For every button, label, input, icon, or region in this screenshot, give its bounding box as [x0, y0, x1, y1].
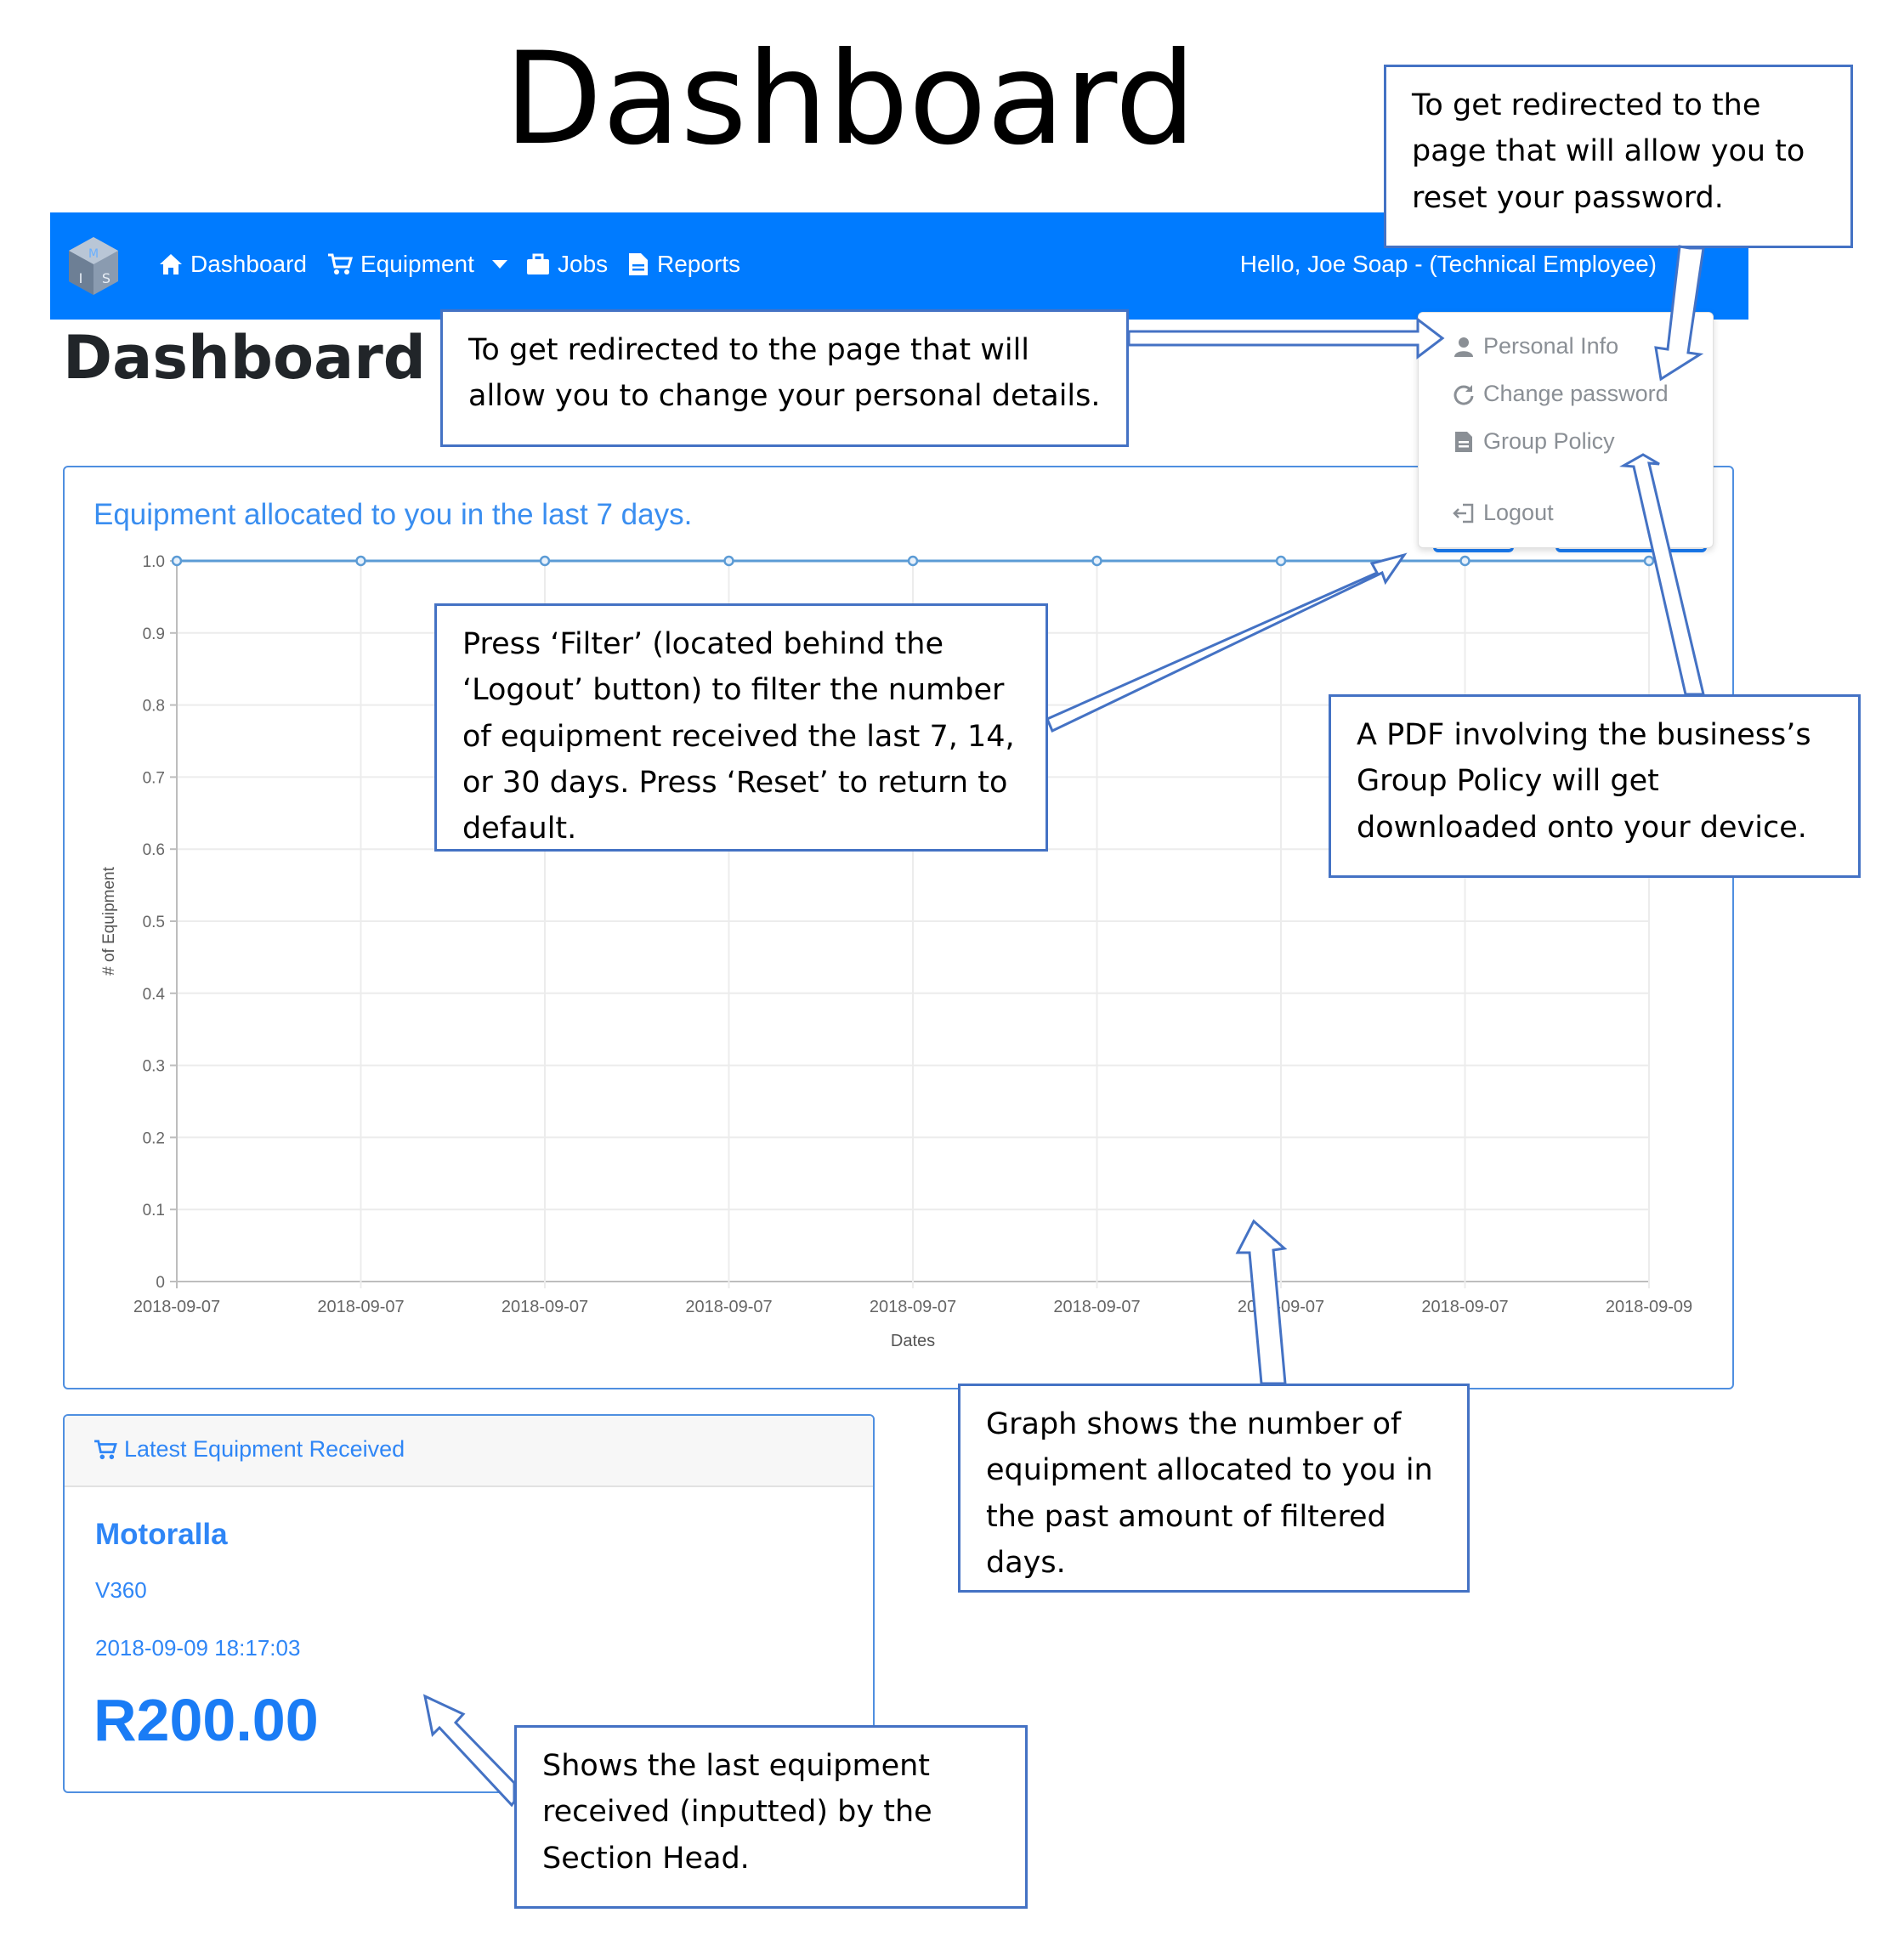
y-tick-label: 0.1	[143, 1202, 165, 1220]
callout-graph: Graph shows the number of equipment allo…	[958, 1384, 1470, 1593]
callout-group-policy: A PDF involving the business’s Group Pol…	[1329, 694, 1861, 878]
nav-equipment[interactable]: Equipment	[327, 251, 507, 278]
data-point	[1275, 555, 1287, 567]
nav-equipment-label: Equipment	[360, 251, 474, 277]
briefcase-icon	[527, 253, 549, 274]
data-point	[539, 555, 551, 567]
nav-dashboard[interactable]: Dashboard	[159, 251, 307, 278]
latest-equipment-header: Latest Equipment Received	[65, 1416, 873, 1487]
nav-reports-label: Reports	[657, 251, 741, 277]
equipment-name[interactable]: Motoralla	[95, 1518, 228, 1552]
cart-icon	[94, 1439, 117, 1459]
data-point	[1643, 555, 1655, 567]
chevron-down-icon	[491, 260, 507, 269]
document-icon	[1455, 431, 1472, 452]
y-axis-label: # of Equipment	[100, 866, 118, 976]
callout-filter: Press ‘Filter’ (located behind the ‘Logo…	[434, 603, 1048, 852]
data-point	[171, 555, 183, 567]
refresh-icon	[1454, 384, 1474, 405]
y-tick-label: 0.8	[143, 698, 165, 716]
y-tick-label: 0.7	[143, 769, 165, 787]
callout-reset-password: To get redirected to the page that will …	[1384, 65, 1853, 248]
menu-label-change-password: Change password	[1483, 381, 1669, 406]
mis-logo-icon[interactable]: M I S	[67, 235, 120, 297]
x-tick-label: 2018-09-09	[1606, 1298, 1692, 1316]
user-dropdown-menu: Personal Info Change password Group Poli…	[1418, 312, 1714, 548]
menu-item-logout[interactable]: Logout	[1453, 500, 1554, 526]
menu-label-personal-info: Personal Info	[1483, 333, 1619, 359]
logout-icon	[1453, 503, 1474, 523]
x-tick-label: 2018-09-07	[1053, 1298, 1140, 1316]
equipment-model: V360	[95, 1577, 147, 1603]
equipment-received-date: 2018-09-09 18:17:03	[95, 1635, 301, 1661]
equipment-price: R200.00	[94, 1687, 319, 1753]
nav-dashboard-label: Dashboard	[190, 251, 307, 277]
x-tick-label: 2018-09-07	[1238, 1298, 1324, 1316]
nav-reports[interactable]: Reports	[627, 251, 740, 278]
nav-jobs[interactable]: Jobs	[526, 251, 608, 278]
x-tick-label: 2018-09-07	[317, 1298, 404, 1316]
page-title: Dashboard	[63, 323, 426, 393]
y-tick-label: 0.6	[143, 841, 165, 859]
data-point	[355, 555, 366, 567]
data-point	[907, 555, 919, 567]
menu-item-change-password[interactable]: Change password	[1453, 381, 1669, 407]
svg-text:S: S	[102, 270, 110, 286]
x-tick-label: 2018-09-07	[1421, 1298, 1508, 1316]
arrow-personal-details	[1127, 316, 1445, 360]
latest-equipment-header-label: Latest Equipment Received	[124, 1436, 405, 1462]
y-tick-label: 0.4	[143, 986, 166, 1004]
menu-label-logout: Logout	[1483, 500, 1554, 525]
y-tick-label: 0.3	[143, 1058, 165, 1076]
user-greeting[interactable]: Hello, Joe Soap - (Technical Employee)	[1240, 251, 1657, 278]
menu-label-group-policy: Group Policy	[1483, 428, 1615, 454]
x-tick-label: 2018-09-07	[502, 1298, 588, 1316]
x-tick-label: 2018-09-07	[133, 1298, 220, 1316]
cart-icon	[328, 253, 353, 274]
menu-item-personal-info[interactable]: Personal Info	[1453, 333, 1618, 359]
x-axis-label: Dates	[891, 1332, 935, 1350]
nav-jobs-label: Jobs	[558, 251, 609, 277]
x-tick-label: 2018-09-07	[685, 1298, 772, 1316]
data-point	[1459, 555, 1470, 567]
data-point	[1091, 555, 1102, 567]
x-tick-label: 2018-09-07	[870, 1298, 956, 1316]
y-tick-label: 1.0	[143, 553, 165, 571]
y-tick-label: 0.2	[143, 1129, 165, 1147]
home-icon	[160, 254, 182, 274]
data-point	[723, 555, 734, 567]
menu-item-group-policy[interactable]: Group Policy	[1453, 428, 1615, 455]
y-tick-label: 0.9	[143, 625, 165, 643]
y-tick-label: 0	[156, 1274, 165, 1292]
callout-personal-details: To get redirected to the page that will …	[440, 309, 1129, 447]
report-icon	[629, 253, 648, 275]
callout-latest-equipment: Shows the last equipment received (input…	[514, 1725, 1028, 1909]
user-icon	[1454, 337, 1473, 357]
y-tick-label: 0.5	[143, 914, 165, 931]
svg-text:M: M	[88, 247, 99, 261]
svg-text:I: I	[79, 270, 83, 286]
